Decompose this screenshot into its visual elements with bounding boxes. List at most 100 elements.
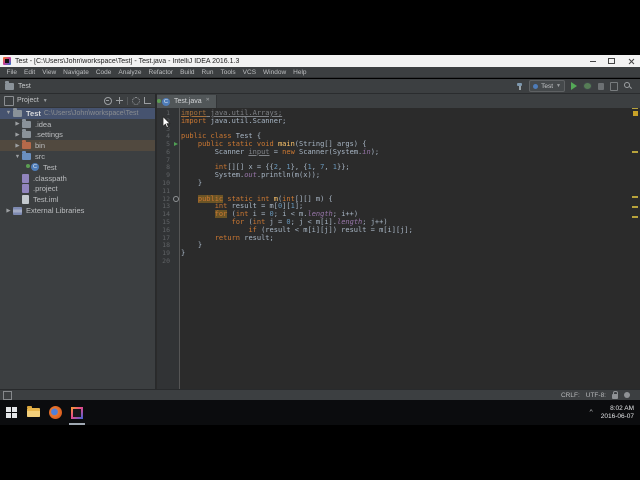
tree-item-label: External Libraries xyxy=(26,206,85,216)
code-line[interactable]: 20 xyxy=(157,257,640,265)
gutter-spacer xyxy=(172,179,181,187)
collapsed-arrow-icon[interactable]: ▶ xyxy=(13,121,22,127)
code-line[interactable]: 1 import java.util.Arrays; xyxy=(157,109,640,117)
close-button[interactable] xyxy=(621,55,640,67)
project-view-dropdown-icon[interactable]: ▼ xyxy=(43,98,104,104)
letterbox-top xyxy=(0,0,640,55)
tree-item-external-libraries[interactable]: ▶ External Libraries xyxy=(0,205,155,216)
menu-navigate[interactable]: Navigate xyxy=(60,69,93,76)
collapsed-arrow-icon[interactable]: ▶ xyxy=(13,132,22,138)
code-line[interactable]: 15 for (int j = 0; j < m[i].length; j++) xyxy=(157,218,640,226)
tree-item-classpath[interactable]: .classpath xyxy=(0,173,155,184)
collapsed-arrow-icon[interactable]: ▶ xyxy=(13,143,22,149)
gutter-marker-icon[interactable] xyxy=(172,195,181,203)
code-line[interactable]: 3 xyxy=(157,125,640,133)
code-line[interactable]: 11 xyxy=(157,187,640,195)
project-panel-title: Project xyxy=(17,97,39,104)
code-line[interactable]: 2 import java.util.Scanner; xyxy=(157,117,640,125)
intellij-taskbar-button[interactable] xyxy=(66,400,88,425)
tree-item-bin[interactable]: ▶ bin xyxy=(0,140,155,152)
expanded-arrow-icon[interactable]: ▼ xyxy=(4,110,13,116)
tree-item-test-iml[interactable]: Test.iml xyxy=(0,194,155,205)
hide-panel-icon[interactable] xyxy=(144,97,151,104)
code-line[interactable]: 8 int[][] x = {{2, 1}, {1, 7, 1}}; xyxy=(157,163,640,171)
menu-build[interactable]: Build xyxy=(177,69,198,76)
code-line[interactable]: 5 public static void main(String[] args)… xyxy=(157,140,640,148)
code-line[interactable]: 9 System.out.println(m(x)); xyxy=(157,171,640,179)
code-line[interactable]: 4 public class Test { xyxy=(157,132,640,140)
menu-window[interactable]: Window xyxy=(260,69,290,76)
tree-item-src[interactable]: ▼ src xyxy=(0,151,155,162)
breadcrumb[interactable]: Test xyxy=(5,81,516,90)
line-number: 17 xyxy=(162,233,170,242)
menu-analyze[interactable]: Analyze xyxy=(115,69,145,76)
encoding-widget[interactable]: UTF-8: xyxy=(586,392,606,399)
warning-stripe-mark[interactable] xyxy=(632,108,638,109)
tree-item-idea[interactable]: ▶ .idea xyxy=(0,118,155,130)
menu-code[interactable]: Code xyxy=(92,69,115,76)
start-button[interactable] xyxy=(0,400,22,425)
warning-stripe-mark[interactable] xyxy=(632,216,638,218)
menu-edit[interactable]: Edit xyxy=(20,69,38,76)
tree-item-settings[interactable]: ▶ .settings xyxy=(0,129,155,141)
make-project-icon[interactable] xyxy=(516,82,523,90)
run-method-icon[interactable] xyxy=(172,140,181,148)
line-number: 13 xyxy=(162,202,170,211)
code-line[interactable]: 17 return result; xyxy=(157,234,640,242)
code-editor[interactable]: 1 import java.util.Arrays; 2 import java.ut… xyxy=(157,108,640,389)
toolwindow-switcher-icon[interactable] xyxy=(3,390,12,400)
file-explorer-button[interactable] xyxy=(22,400,44,425)
code-line[interactable]: 16 if (result < m[i][j]) result = m[i][j… xyxy=(157,226,640,234)
maximize-button[interactable] xyxy=(602,55,621,67)
inspection-profile-icon[interactable] xyxy=(624,392,630,398)
debug-button[interactable] xyxy=(583,82,592,90)
console-button[interactable] xyxy=(610,81,618,91)
collapsed-arrow-icon[interactable]: ▶ xyxy=(4,208,13,214)
warning-stripe-mark[interactable] xyxy=(632,151,638,153)
taskbar-clock[interactable]: 8:02 AM 2016-06-07 xyxy=(601,405,634,421)
tray-expand-icon[interactable]: ^ xyxy=(589,410,592,416)
tab-close-icon[interactable] xyxy=(206,97,211,104)
tree-item-test[interactable]: Test xyxy=(0,162,155,173)
warnings-indicator[interactable] xyxy=(633,111,638,116)
code-line[interactable]: 14 for (int i = 0; i < m.length; i++) xyxy=(157,210,640,219)
menu-vcs[interactable]: VCS xyxy=(239,69,259,76)
gutter-spacer xyxy=(172,156,181,164)
code-line[interactable]: 10 } xyxy=(157,179,640,187)
folder-src-icon xyxy=(22,151,31,161)
tree-item-test[interactable]: ▼ Test C:\Users\John\workspace\Test xyxy=(0,107,155,119)
menu-file[interactable]: File xyxy=(3,69,20,76)
expanded-arrow-icon[interactable]: ▼ xyxy=(13,154,22,160)
code-line[interactable]: 13 int result = m[0][1]; xyxy=(157,202,640,211)
code-line[interactable]: 18 } xyxy=(157,241,640,249)
coverage-button[interactable] xyxy=(598,82,604,90)
code-line[interactable]: 6 Scanner input = new Scanner(System.in)… xyxy=(157,148,640,156)
search-everywhere-icon[interactable] xyxy=(624,82,632,90)
scroll-from-source-icon[interactable] xyxy=(116,97,123,104)
firefox-button[interactable] xyxy=(44,400,66,425)
gutter-spacer xyxy=(172,117,181,125)
warning-stripe-mark[interactable] xyxy=(632,206,638,208)
run-config-class-icon xyxy=(533,83,539,89)
readonly-lock-icon[interactable] xyxy=(612,390,618,399)
warning-stripe-mark[interactable] xyxy=(632,196,638,198)
menu-run[interactable]: Run xyxy=(198,69,217,76)
line-number: 20 xyxy=(162,257,170,266)
menu-help[interactable]: Help xyxy=(290,69,310,76)
tree-item-project[interactable]: .project xyxy=(0,184,155,195)
run-configuration-select[interactable]: Test ▼ xyxy=(529,80,565,92)
run-button[interactable] xyxy=(571,82,577,90)
editor-tab-testjava[interactable]: Test.java xyxy=(157,95,217,108)
menu-tools[interactable]: Tools xyxy=(217,69,239,76)
line-number: 15 xyxy=(162,218,170,227)
collapse-all-icon[interactable] xyxy=(104,96,112,105)
line-number: 10 xyxy=(162,179,170,188)
code-line[interactable]: 12 public static int m(int[][] m) { xyxy=(157,194,640,203)
minimize-button[interactable] xyxy=(583,55,602,67)
menu-view[interactable]: View xyxy=(39,69,60,76)
menu-refactor[interactable]: Refactor xyxy=(145,69,177,76)
code-line[interactable]: 19} xyxy=(157,249,640,257)
line-ending-widget[interactable]: CRLF: xyxy=(561,392,580,399)
code-line[interactable]: 7 xyxy=(157,156,640,164)
gear-icon[interactable] xyxy=(132,96,140,105)
